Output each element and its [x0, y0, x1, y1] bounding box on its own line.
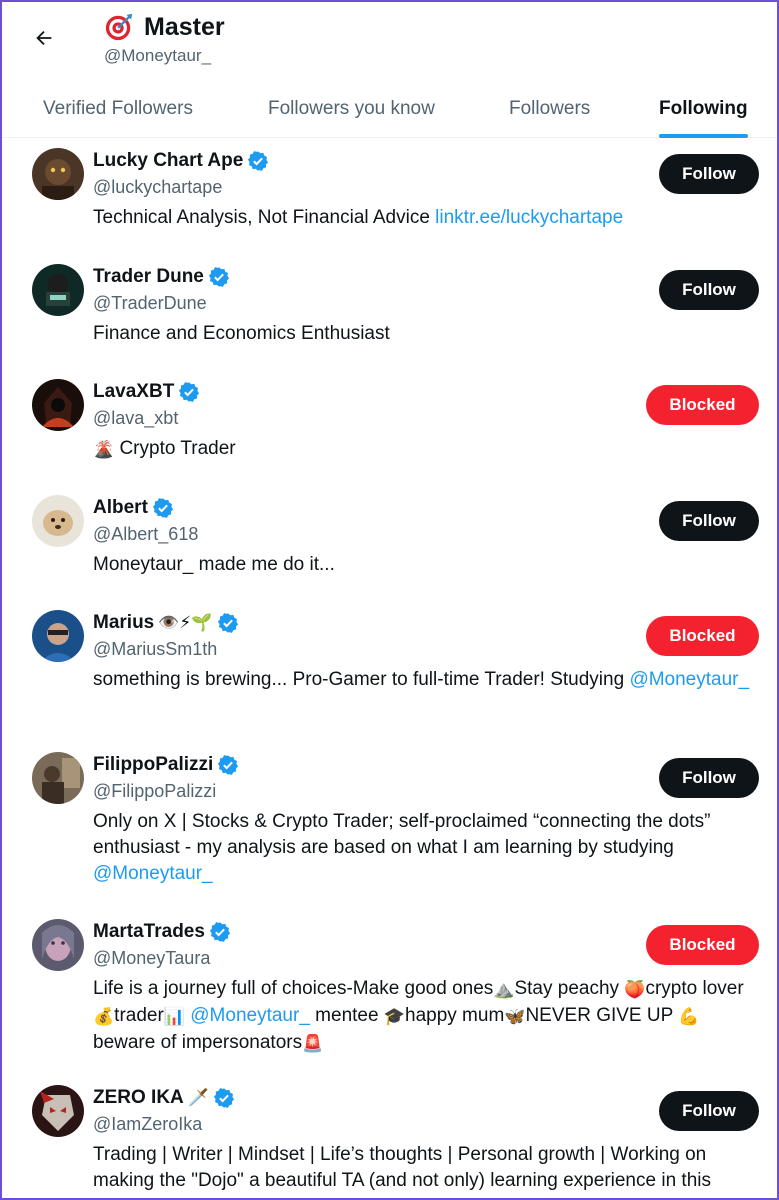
bio-text: NEVER GIVE UP	[525, 1005, 679, 1026]
user-bio: Life is a journey full of choices-Make g…	[93, 976, 753, 1057]
tab-followers[interactable]: Followers	[509, 80, 590, 138]
verified-badge-icon	[179, 382, 200, 402]
bio-text: something is brewing... Pro-Gamer to ful…	[93, 669, 630, 690]
back-button[interactable]	[26, 20, 62, 56]
user-name[interactable]: Trader Dune	[93, 266, 204, 288]
verified-badge-icon	[209, 922, 231, 942]
bio-text: crypto lover	[645, 978, 744, 999]
user-name[interactable]: LavaXBT	[93, 381, 174, 403]
verified-badge-icon	[208, 267, 229, 287]
verified-badge-icon	[213, 1088, 235, 1108]
user-bio: Technical Analysis, Not Financial Advice…	[93, 205, 753, 231]
follow-button[interactable]: Follow	[659, 1091, 759, 1131]
bio-text: Stay peachy	[514, 978, 620, 999]
user-name[interactable]: ZERO IKA	[93, 1087, 184, 1109]
mountain-icon: ⛰️	[493, 980, 515, 999]
avatar[interactable]	[32, 752, 84, 804]
title-block: Master @Moneytaur_	[104, 10, 225, 66]
user-name[interactable]: MartaTrades	[93, 921, 205, 943]
follow-button[interactable]: Follow	[659, 270, 759, 310]
target-icon	[105, 13, 133, 41]
avatar[interactable]	[32, 610, 84, 662]
chart-icon: 📊	[163, 1007, 185, 1026]
bio-link[interactable]: @Moneytaur_	[629, 669, 749, 690]
blocked-button[interactable]: Blocked	[646, 385, 759, 425]
butterfly-icon: 🦋	[504, 1007, 526, 1026]
blocked-button[interactable]: Blocked	[646, 616, 759, 656]
bio-text: mentee	[309, 1005, 384, 1026]
avatar[interactable]	[32, 1085, 84, 1137]
bio-link[interactable]: linktr.ee/luckychartape	[435, 207, 623, 228]
bio-text: Life is a journey full of choices-Make g…	[93, 978, 494, 999]
bio-text: Crypto Trader	[114, 438, 236, 459]
bio-text: trader	[114, 1005, 164, 1026]
arrow-left-icon	[36, 30, 52, 46]
user-bio: Finance and Economics Enthusiast	[93, 323, 390, 344]
tab-followers-you-know[interactable]: Followers you know	[268, 80, 435, 138]
verified-badge-icon	[248, 151, 269, 171]
verified-badge-icon	[218, 755, 239, 775]
siren-icon: 🚨	[302, 1034, 324, 1053]
tab-verified-followers[interactable]: Verified Followers	[43, 80, 193, 138]
follow-button[interactable]: Follow	[659, 154, 759, 194]
bio-link[interactable]: @Moneytaur_	[93, 863, 213, 884]
blocked-button[interactable]: Blocked	[646, 925, 759, 965]
user-bio: Trading | Writer | Mindset | Life’s thou…	[93, 1144, 711, 1191]
user-bio: something is brewing... Pro-Gamer to ful…	[93, 667, 753, 693]
bio-text: happy mum	[405, 1005, 505, 1026]
user-bio: 🌋 Crypto Trader	[93, 436, 753, 463]
avatar[interactable]	[32, 148, 84, 200]
user-bio: Moneytaur_ made me do it...	[93, 554, 335, 575]
follow-button[interactable]: Follow	[659, 758, 759, 798]
dagger-icon: 🗡️	[187, 1088, 209, 1107]
follow-button[interactable]: Follow	[659, 501, 759, 541]
user-name[interactable]: Albert	[93, 497, 148, 519]
verified-badge-icon	[217, 613, 238, 633]
avatar[interactable]	[32, 379, 84, 431]
money-bag-icon: 💰	[93, 1007, 115, 1026]
user-name[interactable]: Lucky Chart Ape	[93, 150, 243, 172]
tab-bar: Verified Followers Followers you know Fo…	[0, 80, 779, 138]
avatar[interactable]	[32, 919, 84, 971]
bio-text: beware of impersonators	[93, 1032, 303, 1053]
avatar[interactable]	[32, 495, 84, 547]
volcano-icon: 🌋	[93, 440, 115, 459]
page-title: Master	[144, 12, 225, 41]
user-bio: Only on X | Stocks & Crypto Trader; self…	[93, 809, 753, 887]
tab-following[interactable]: Following	[659, 80, 748, 138]
avatar[interactable]	[32, 264, 84, 316]
peach-icon: 🍑	[624, 980, 646, 999]
page-handle: @Moneytaur_	[104, 46, 212, 65]
verified-badge-icon	[152, 498, 173, 518]
eye-bolt-seedling-icons: 👁️⚡🌱	[158, 613, 213, 632]
user-name[interactable]: Marius	[93, 612, 154, 634]
flexed-biceps-icon: 💪	[678, 1007, 700, 1026]
bio-link[interactable]: @Moneytaur_	[190, 1005, 310, 1026]
bio-text: Technical Analysis, Not Financial Advice	[93, 207, 436, 228]
bio-text: Only on X | Stocks & Crypto Trader; self…	[93, 811, 711, 858]
graduation-cap-icon: 🎓	[383, 1007, 405, 1026]
user-name[interactable]: FilippoPalizzi	[93, 754, 213, 776]
